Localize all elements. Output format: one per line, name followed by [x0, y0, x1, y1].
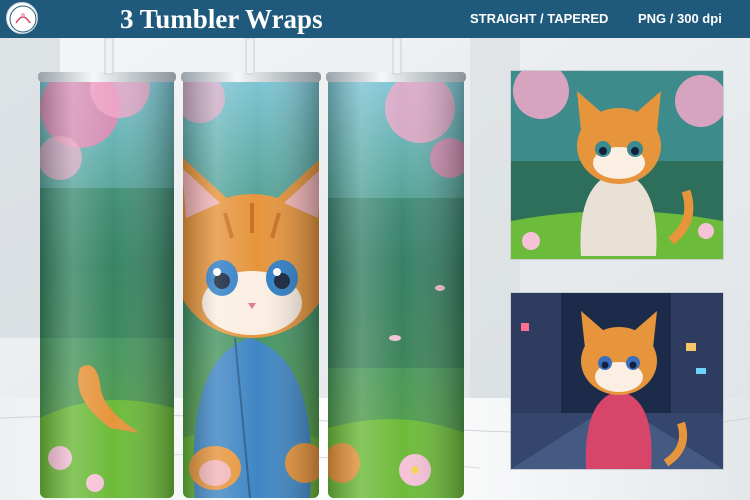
- preview-image-garden: [510, 70, 724, 260]
- format-tag: STRAIGHT / TAPERED: [470, 11, 609, 26]
- preview-image-city: [510, 292, 724, 470]
- resolution-tag: PNG / 300 dpi: [638, 11, 722, 26]
- kitten-city-illustration: [511, 293, 723, 469]
- page-title: 3 Tumbler Wraps: [120, 4, 323, 34]
- brand-logo: [6, 2, 38, 34]
- kitten-garden-illustration: [511, 71, 723, 259]
- logo-emblem: [9, 5, 37, 33]
- header-bar: 3 Tumbler Wraps STRAIGHT / TAPERED PNG /…: [0, 0, 750, 38]
